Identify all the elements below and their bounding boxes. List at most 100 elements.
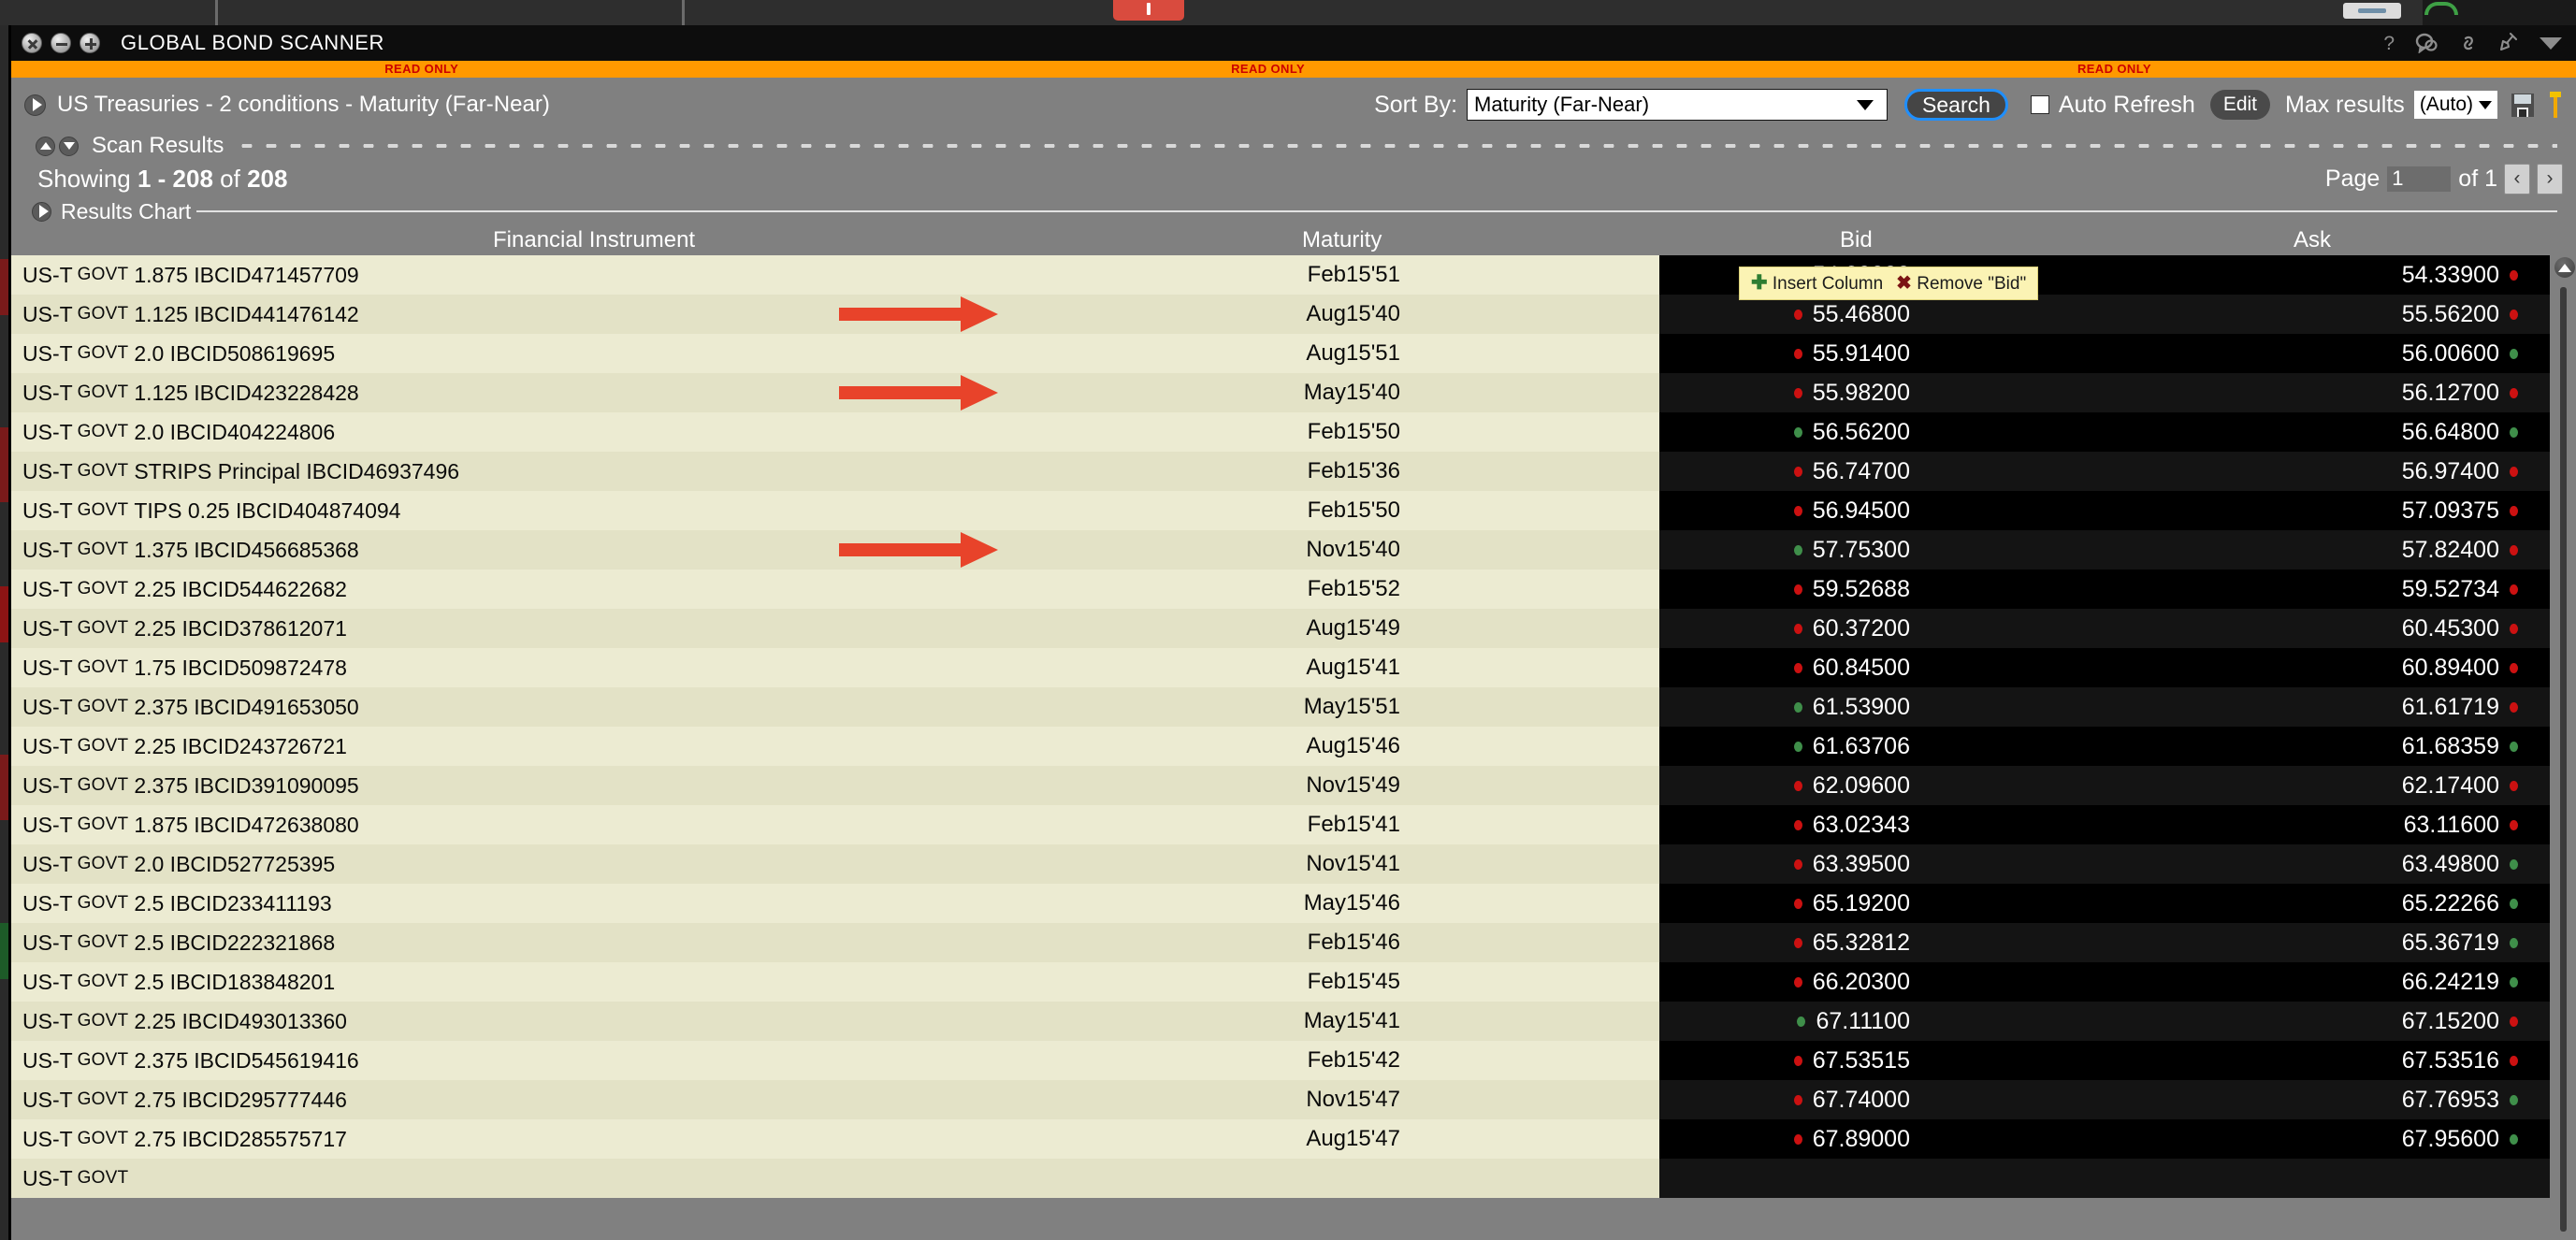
cell-ask[interactable]: 66.24219 — [2050, 962, 2518, 1002]
table-row[interactable]: US-T GOVT 1.125 IBCID423228428 May15'40 55.9… — [11, 373, 2576, 412]
scrollbar-up-icon[interactable] — [2554, 257, 2575, 278]
table-row[interactable]: US-T GOVT 2.25 IBCID493013360 May15'41 67.11… — [11, 1002, 2576, 1041]
cell-instrument[interactable]: US-T GOVT 2.0 IBCID508619695 — [22, 334, 335, 373]
scrollbar-track[interactable] — [2560, 287, 2567, 1232]
cell-ask[interactable]: 65.36719 — [2050, 923, 2518, 962]
column-header-maturity[interactable]: Maturity — [1302, 227, 1382, 253]
cell-bid[interactable]: 67.74000 — [1686, 1080, 1910, 1119]
prev-page-button[interactable]: ‹ — [2504, 163, 2530, 195]
cell-instrument[interactable]: US-T GOVT 1.75 IBCID509872478 — [22, 648, 347, 687]
cell-bid[interactable]: 65.32812 — [1686, 923, 1910, 962]
table-row[interactable]: US-T GOVT 2.5 IBCID183848201 Feb15'45 66.203… — [11, 962, 2576, 1002]
expand-scan-toggle[interactable] — [24, 94, 46, 116]
pin-icon[interactable] — [2499, 32, 2518, 54]
scroll-down-icon[interactable] — [59, 136, 79, 156]
cell-instrument[interactable]: US-T GOVT 2.0 IBCID527725395 — [22, 844, 335, 884]
table-row[interactable]: US-T GOVT 2.0 IBCID508619695 Aug15'51 55.914… — [11, 334, 2576, 373]
cell-ask[interactable]: 61.61719 — [2050, 687, 2518, 727]
table-row[interactable]: US-T GOVT 1.125 IBCID441476142 Aug15'40 55.4… — [11, 295, 2576, 334]
link-icon[interactable] — [2458, 32, 2479, 54]
cell-ask[interactable]: 57.82400 — [2050, 530, 2518, 570]
next-page-button[interactable]: › — [2537, 163, 2563, 195]
table-row[interactable]: US-T GOVT 2.375 IBCID491653050 May15'51 61.5… — [11, 687, 2576, 727]
cell-ask[interactable]: 60.89400 — [2050, 648, 2518, 687]
cell-instrument[interactable]: US-T GOVT 1.125 IBCID441476142 — [22, 295, 359, 334]
cell-instrument[interactable]: US-T GOVT TIPS 0.25 IBCID404874094 — [22, 491, 400, 530]
cell-ask[interactable]: 67.15200 — [2050, 1002, 2518, 1041]
results-chart-label[interactable]: Results Chart — [61, 199, 191, 224]
table-row[interactable]: US-T GOVT 1.375 IBCID456685368 Nov15'40 57.7… — [11, 530, 2576, 570]
cell-instrument[interactable]: US-T GOVT 1.875 IBCID471457709 — [22, 255, 359, 295]
cell-bid[interactable]: 67.11100 — [1686, 1002, 1910, 1041]
cell-bid[interactable]: 55.46800 — [1686, 295, 1910, 334]
cell-ask[interactable]: 57.09375 — [2050, 491, 2518, 530]
cell-bid[interactable] — [1686, 1159, 1910, 1198]
cell-bid[interactable]: 63.02343 — [1686, 805, 1910, 844]
cell-bid[interactable]: 62.09600 — [1686, 766, 1910, 805]
cell-bid[interactable]: 56.74700 — [1686, 452, 1910, 491]
cell-ask[interactable]: 61.68359 — [2050, 727, 2518, 766]
table-row[interactable]: US-T GOVT 2.5 IBCID222321868 Feb15'46 65.328… — [11, 923, 2576, 962]
cell-ask[interactable]: 56.12700 — [2050, 373, 2518, 412]
cell-ask[interactable]: 56.64800 — [2050, 412, 2518, 452]
table-row[interactable]: US-T GOVT 2.5 IBCID233411193 May15'46 65.192… — [11, 884, 2576, 923]
table-row[interactable]: US-T GOVT 1.875 IBCID472638080 Feb15'41 63.0… — [11, 805, 2576, 844]
remove-column-action[interactable]: ✖ Remove "Bid" — [1896, 271, 2026, 295]
cell-instrument[interactable]: US-T GOVT 2.375 IBCID391090095 — [22, 766, 359, 805]
cell-instrument[interactable]: US-T GOVT 2.75 IBCID285575717 — [22, 1119, 347, 1159]
insert-column-action[interactable]: ✚ Insert Column — [1751, 271, 1883, 295]
cell-bid[interactable]: 56.94500 — [1686, 491, 1910, 530]
cell-bid[interactable]: 61.63706 — [1686, 727, 1910, 766]
scroll-up-icon[interactable] — [36, 136, 55, 156]
cell-instrument[interactable]: US-T GOVT 2.375 IBCID545619416 — [22, 1041, 359, 1080]
cell-ask[interactable]: 56.97400 — [2050, 452, 2518, 491]
cell-ask[interactable]: 63.11600 — [2050, 805, 2518, 844]
cell-instrument[interactable]: US-T GOVT 2.5 IBCID222321868 — [22, 923, 335, 962]
table-row[interactable]: US-TGOVT1.875 IBCID471457709Feb15'5154.2… — [11, 255, 2576, 295]
table-row[interactable]: US-T GOVT 2.75 IBCID285575717 Aug15'47 67.89… — [11, 1119, 2576, 1159]
table-row[interactable]: US-T GOVT TIPS 0.25 IBCID404874094 Feb15'50… — [11, 491, 2576, 530]
cell-instrument[interactable]: US-T GOVT 2.75 IBCID295777446 — [22, 1080, 347, 1119]
help-icon[interactable]: ? — [2383, 34, 2395, 53]
close-icon[interactable] — [22, 33, 42, 53]
pin-marker-icon[interactable] — [2548, 91, 2563, 119]
cell-ask[interactable]: 67.76953 — [2050, 1080, 2518, 1119]
cell-ask[interactable] — [2050, 1159, 2518, 1198]
cell-ask[interactable]: 63.49800 — [2050, 844, 2518, 884]
cell-bid[interactable]: 57.75300 — [1686, 530, 1910, 570]
table-row[interactable]: US-T GOVT 2.25 IBCID378612071 Aug15'49 60.37… — [11, 609, 2576, 648]
sort-by-select[interactable]: Maturity (Far-Near) — [1467, 89, 1889, 121]
cell-instrument[interactable]: US-T GOVT 2.25 IBCID378612071 — [22, 609, 347, 648]
cell-bid[interactable]: 55.98200 — [1686, 373, 1910, 412]
table-row[interactable]: US-T GOVT STRIPS Principal IBCID46937496 Fe… — [11, 452, 2576, 491]
column-header-instrument[interactable]: Financial Instrument — [493, 227, 695, 253]
table-row[interactable]: US-T GOVT — [11, 1159, 2576, 1198]
cell-bid[interactable]: 67.89000 — [1686, 1119, 1910, 1159]
cell-ask[interactable]: 59.52734 — [2050, 570, 2518, 609]
column-header-ask[interactable]: Ask — [2294, 227, 2331, 253]
save-icon[interactable] — [2511, 92, 2535, 118]
minimize-icon[interactable] — [51, 33, 71, 53]
column-header-bid[interactable]: Bid — [1840, 227, 1873, 253]
expand-chart-toggle[interactable] — [32, 201, 51, 222]
chevron-down-icon[interactable] — [2539, 36, 2563, 50]
cell-instrument[interactable]: US-T GOVT 1.375 IBCID456685368 — [22, 530, 359, 570]
table-row[interactable]: US-T GOVT 2.375 IBCID391090095 Nov15'49 62.0… — [11, 766, 2576, 805]
table-row[interactable]: US-T GOVT 2.25 IBCID544622682 Feb15'52 59.52… — [11, 570, 2576, 609]
cell-instrument[interactable]: US-T GOVT STRIPS Principal IBCID46937496 — [22, 452, 459, 491]
cell-ask[interactable]: 67.53516 — [2050, 1041, 2518, 1080]
cell-instrument[interactable]: US-T GOVT 2.25 IBCID243726721 — [22, 727, 347, 766]
cell-ask[interactable]: 55.56200 — [2050, 295, 2518, 334]
max-results-select[interactable]: (Auto) — [2413, 91, 2497, 119]
cell-bid[interactable]: 59.52688 — [1686, 570, 1910, 609]
cell-bid[interactable]: 60.37200 — [1686, 609, 1910, 648]
cell-instrument[interactable]: US-T GOVT 2.25 IBCID544622682 — [22, 570, 347, 609]
cell-ask[interactable]: 67.95600 — [2050, 1119, 2518, 1159]
cell-bid[interactable]: 66.20300 — [1686, 962, 1910, 1002]
cell-instrument[interactable]: US-T GOVT — [22, 1159, 134, 1198]
table-row[interactable]: US-T GOVT 2.0 IBCID527725395 Nov15'41 63.395… — [11, 844, 2576, 884]
cell-instrument[interactable]: US-T GOVT 2.0 IBCID404224806 — [22, 412, 335, 452]
edit-button[interactable]: Edit — [2209, 90, 2270, 120]
cell-instrument[interactable]: US-T GOVT 2.375 IBCID491653050 — [22, 687, 359, 727]
maximize-icon[interactable] — [80, 33, 100, 53]
